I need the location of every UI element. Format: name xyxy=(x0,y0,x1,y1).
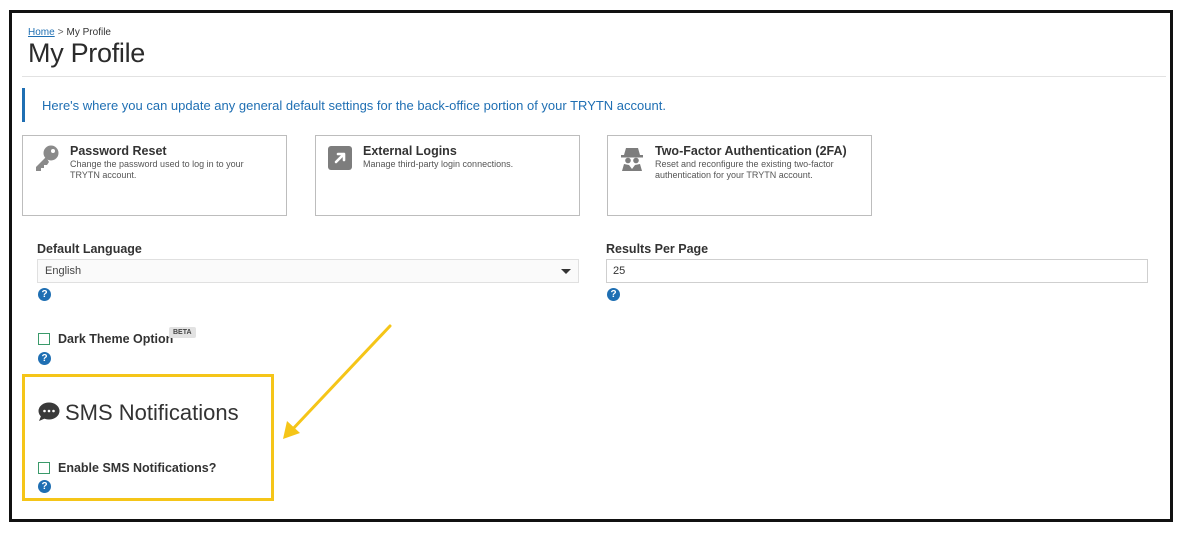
title-divider xyxy=(22,76,1166,77)
default-language-select[interactable]: English xyxy=(37,259,579,283)
enable-sms-help-icon[interactable]: ? xyxy=(38,480,51,493)
info-callout-bar xyxy=(22,88,25,122)
password-reset-description: Change the password used to log in to yo… xyxy=(70,159,244,180)
info-callout-text: Here's where you can update any general … xyxy=(42,98,666,113)
breadcrumb-current: My Profile xyxy=(66,27,111,38)
page-title: My Profile xyxy=(28,38,146,68)
breadcrumb: Home > My Profile xyxy=(28,27,111,38)
password-reset-title: Password Reset xyxy=(70,144,167,158)
dark-theme-help-icon[interactable]: ? xyxy=(38,352,51,365)
enable-sms-checkbox[interactable] xyxy=(38,462,50,474)
dark-theme-checkbox[interactable] xyxy=(38,333,50,345)
sms-highlight-box xyxy=(22,374,274,501)
sms-bubble-icon xyxy=(38,402,60,421)
spy-icon xyxy=(621,148,643,171)
breadcrumb-home-link[interactable]: Home xyxy=(28,27,55,38)
key-icon xyxy=(36,145,59,171)
enable-sms-label: Enable SMS Notifications? xyxy=(58,461,217,475)
default-language-value: English xyxy=(45,265,82,277)
password-reset-card[interactable]: Password Reset Change the password used … xyxy=(22,135,287,216)
two-factor-auth-card[interactable]: Two-Factor Authentication (2FA) Reset an… xyxy=(607,135,872,216)
external-link-icon xyxy=(328,146,352,170)
two-factor-auth-description: Reset and reconfigure the existing two-f… xyxy=(655,159,834,180)
results-per-page-help-icon[interactable]: ? xyxy=(607,288,620,301)
external-logins-title: External Logins xyxy=(363,144,457,158)
results-per-page-label: Results Per Page xyxy=(606,242,709,256)
two-factor-auth-title: Two-Factor Authentication (2FA) xyxy=(655,144,847,158)
external-logins-description: Manage third-party login connections. xyxy=(363,159,514,169)
default-language-label: Default Language xyxy=(37,242,142,256)
default-language-help-icon[interactable]: ? xyxy=(38,288,51,301)
external-logins-card[interactable]: External Logins Manage third-party login… xyxy=(315,135,580,216)
beta-badge: BETA xyxy=(169,327,196,338)
chevron-down-icon xyxy=(561,269,571,274)
annotation-arrow xyxy=(283,324,392,439)
results-per-page-input[interactable]: 25 xyxy=(606,259,1148,283)
dark-theme-label: Dark Theme Option xyxy=(58,332,174,346)
sms-notifications-title: SMS Notifications xyxy=(65,400,239,425)
breadcrumb-separator: > xyxy=(57,27,64,38)
